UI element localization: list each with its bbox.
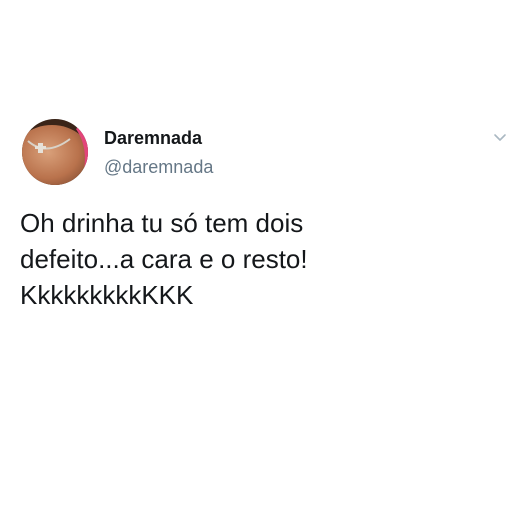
author-info: Daremnada @daremnada xyxy=(104,127,213,178)
tweet-card: Daremnada @daremnada Oh drinha tu só tem… xyxy=(20,117,510,310)
avatar[interactable] xyxy=(22,119,88,185)
tweet-text-line: defeito...a cara e o resto! xyxy=(20,244,308,274)
tweet-text-line: Oh drinha tu só tem dois xyxy=(20,208,304,238)
tweet-text: Oh drinha tu só tem dois defeito...a car… xyxy=(20,205,490,313)
chevron-down-icon[interactable] xyxy=(492,129,508,145)
tweet-screenshot: Daremnada @daremnada Oh drinha tu só tem… xyxy=(0,0,512,512)
display-name[interactable]: Daremnada xyxy=(104,127,213,149)
tweet-header: Daremnada @daremnada xyxy=(20,117,510,187)
profile-photo-icon xyxy=(22,119,88,185)
tweet-text-line: KkkkkkkkkKKK xyxy=(20,280,194,310)
user-handle[interactable]: @daremnada xyxy=(104,156,213,178)
